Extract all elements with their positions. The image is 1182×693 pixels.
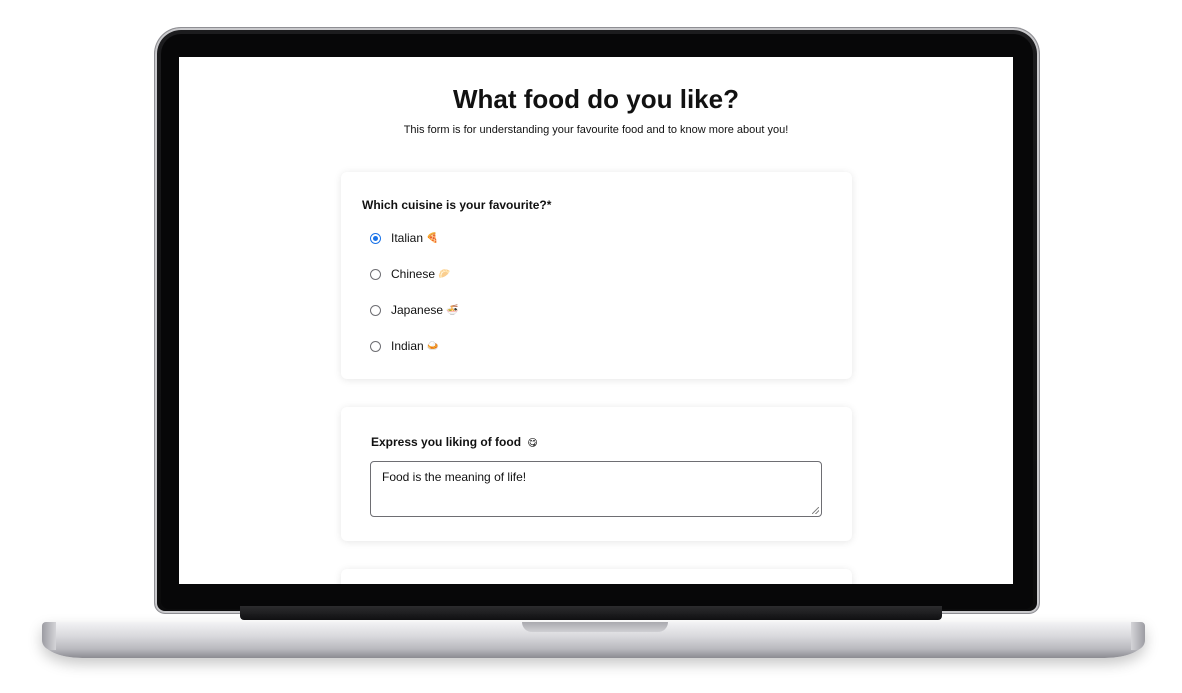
laptop-base-right-edge [1131, 622, 1145, 650]
curry-icon: 🍛 [426, 340, 440, 352]
laptop-base-notch [522, 622, 668, 632]
next-question-card [341, 569, 852, 584]
option-japanese[interactable]: Japanese 🍜 [370, 303, 459, 317]
textarea-resize-handle[interactable] [812, 507, 819, 514]
yum-face-icon: 😋 [527, 438, 538, 449]
radio-chinese[interactable] [370, 268, 381, 280]
laptop-base-left-edge [42, 622, 56, 650]
ramen-icon: 🍜 [446, 304, 459, 316]
liking-textarea[interactable]: Food is the meaning of life! [370, 461, 822, 517]
option-indian[interactable]: Indian 🍛 [370, 339, 439, 353]
liking-question-card: Express you liking of food 😋 Food is the… [341, 407, 852, 541]
liking-question-label: Express you liking of food 😋 [371, 435, 538, 449]
laptop-base [42, 622, 1145, 658]
option-chinese[interactable]: Chinese 🥟 [370, 267, 450, 281]
dumpling-icon: 🥟 [438, 268, 451, 280]
laptop-hinge [240, 606, 942, 620]
cuisine-question-label: Which cuisine is your favourite?* [362, 198, 552, 212]
radio-japanese[interactable] [370, 304, 381, 316]
screen: What food do you like? This form is for … [179, 57, 1013, 584]
option-label: Italian [391, 231, 424, 245]
pizza-icon: 🍕 [426, 232, 439, 244]
radio-indian[interactable] [370, 340, 381, 352]
liking-textarea-value: Food is the meaning of life! [382, 470, 527, 484]
option-label: Chinese [391, 267, 436, 281]
liking-question-text: Express you liking of food [371, 435, 522, 449]
page-description: This form is for understanding your favo… [403, 124, 789, 136]
option-label: Indian [391, 339, 424, 353]
radio-italian[interactable] [370, 232, 381, 244]
page-title: What food do you like? [453, 84, 739, 114]
cuisine-question-card: Which cuisine is your favourite?* Italia… [341, 172, 852, 379]
option-label: Japanese [391, 303, 444, 317]
option-italian[interactable]: Italian 🍕 [370, 231, 438, 245]
